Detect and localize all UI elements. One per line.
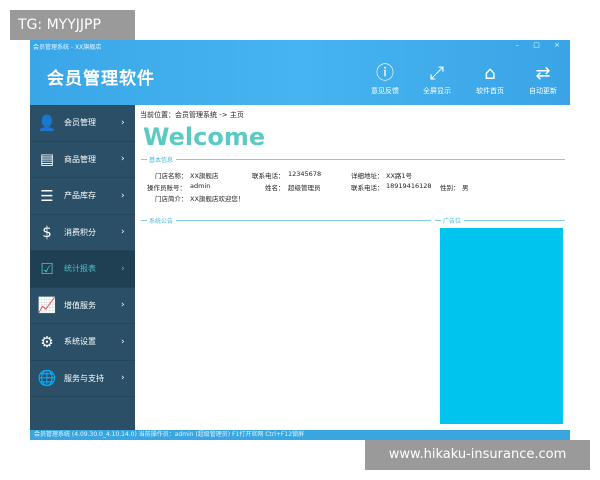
name-label: 姓名： [265,184,285,192]
sidebar-item-inventory[interactable]: ☰ 产品库存 › [30,178,135,215]
update-label: 自动更新 [529,87,557,95]
sidebar-item-points[interactable]: $ 消费积分 › [30,215,135,251]
store-name: XX旗舰店 [190,172,219,180]
watermark-bottom: www.hikaku-insurance.com [365,440,590,470]
fullscreen-button[interactable]: ⤢ 全屏显示 [412,64,462,96]
sidebar-item-value-added[interactable]: 📈 增值服务 › [30,288,135,324]
chevron-right-icon: › [121,263,125,274]
sidebar-item-members[interactable]: 👤 会员管理 › [30,105,135,142]
window-controls[interactable]: – □ × [516,41,566,49]
name: 超级管理员 [288,184,321,192]
fullscreen-icon: ⤢ [429,63,445,84]
home-icon: ⌂ [484,63,496,84]
cabinet-icon: ☰ [40,186,54,205]
window-title: 会员管理系统 - XX旗舰店 [33,44,102,51]
label: 会员管理 [64,118,96,128]
home-button[interactable]: ⌂ 软件首页 [465,64,515,96]
update-button[interactable]: ⇄ 自动更新 [518,64,568,96]
intro: XX旗舰店欢迎您！ [190,195,245,203]
ad-banner[interactable] [440,228,563,424]
fullscreen-label: 全屏显示 [423,87,451,95]
ad-title: 广告位 [435,216,565,225]
store-name-label: 门店名称： [155,172,188,180]
home-label: 软件首页 [476,87,504,95]
header: 会员管理系统 - XX旗舰店 – □ × 会员管理软件 ⓘ 意见反馈 ⤢ 全屏显示 … [30,40,570,105]
user-icon: 👤 [37,113,57,132]
chevron-right-icon: › [121,117,125,128]
chevron-right-icon: › [121,190,125,201]
watermark-top: TG: MYYJJPP [10,10,135,40]
label: 增值服务 [64,300,96,310]
sidebar-item-settings[interactable]: ⚙ 系统设置 › [30,324,135,361]
chevron-right-icon: › [121,373,125,384]
operator-label: 操作员账号： [147,184,186,192]
basic-info-title: 基本信息 [141,155,565,164]
label: 商品管理 [64,154,96,164]
phone2-label: 联系电话： [351,184,384,192]
feedback-label: 意见反馈 [371,87,399,95]
phone: 12345678 [288,170,322,178]
address-label: 详细地址： [351,172,384,180]
chevron-right-icon: › [121,227,125,238]
chevron-right-icon: › [121,300,125,311]
clipboard-icon: ☑ [40,259,54,278]
globe-icon: 🌐 [37,369,57,388]
sidebar-item-support[interactable]: 🌐 服务与支持 › [30,361,135,397]
app-title: 会员管理软件 [47,69,155,89]
label: 统计报表 [64,264,96,274]
breadcrumb: 当前位置：会员管理系统 -> 主页 [140,111,244,119]
phone-label: 联系电话： [252,172,285,180]
status-bar: 会员管理系统 (4.09.30.0_4.10.14.0) 当前操作员：admin… [30,430,570,440]
sidebar: 👤 会员管理 › ▤ 商品管理 › ☰ 产品库存 › $ 消费积分 › ☑ 统计报表 › 📈 增值服务… [30,105,135,430]
app-window: 会员管理系统 - XX旗舰店 – □ × 会员管理软件 ⓘ 意见反馈 ⤢ 全屏显示 … [30,40,570,440]
chevron-right-icon: › [121,336,125,347]
label: 服务与支持 [64,373,104,383]
chart-icon: 📈 [37,296,57,315]
intro-label: 门店简介： [155,195,188,203]
sidebar-item-products[interactable]: ▤ 商品管理 › [30,142,135,178]
welcome-heading: Welcome [143,123,266,151]
money-bag-icon: $ [42,223,52,242]
operator: admin [190,182,211,190]
feedback-button[interactable]: ⓘ 意见反馈 [360,64,410,96]
notice-title: 系统公告 [141,216,431,225]
main-content: 当前位置：会员管理系统 -> 主页 Welcome 基本信息 门店名称： XX旗… [135,105,570,430]
gear-icon: ⚙ [40,332,54,351]
chevron-right-icon: › [121,154,125,165]
gender: 男 [462,184,469,192]
phone2: 18919416128 [386,182,432,190]
gender-label: 性别： [440,184,460,192]
label: 产品库存 [64,191,96,201]
address: XX路1号 [386,172,413,180]
refresh-icon: ⇄ [535,63,551,84]
document-icon: ▤ [39,150,55,169]
label: 消费积分 [64,227,96,237]
exclamation-icon: ⓘ [376,63,394,84]
label: 系统设置 [64,337,96,347]
sidebar-item-reports[interactable]: ☑ 统计报表 › [30,251,135,288]
